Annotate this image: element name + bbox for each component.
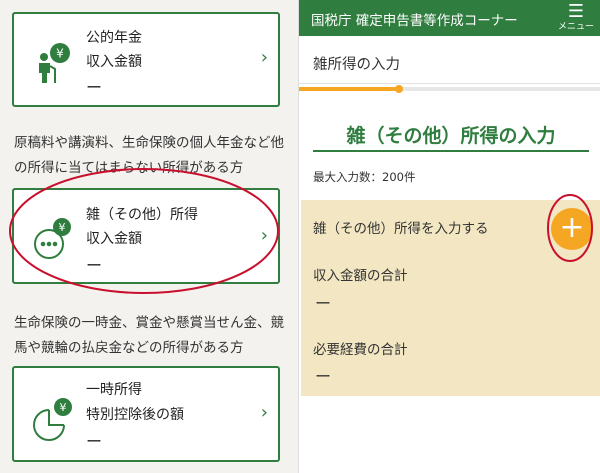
app-header: 国税庁 確定申告書等作成コーナー ☰ メニュー bbox=[299, 0, 600, 36]
pension-card-value: ー bbox=[86, 78, 103, 97]
yen-symbol: ¥ bbox=[59, 221, 66, 234]
temporary-income-icon: ¥ bbox=[33, 398, 72, 441]
hamburger-icon: ☰ bbox=[567, 1, 585, 22]
temporary-description-line-2: 馬や競輪の払戻金などの所得がある方 bbox=[14, 340, 244, 356]
chevron-right-icon: › bbox=[260, 47, 268, 68]
pension-income-card[interactable]: ¥ 公的年金 収入金額 ー › bbox=[12, 12, 280, 107]
misc-card-value: ー bbox=[86, 256, 103, 275]
add-entry-label: 雑（その他）所得を入力する bbox=[313, 221, 489, 237]
income-total-value: ー bbox=[315, 294, 332, 313]
app-title: 国税庁 確定申告書等作成コーナー bbox=[311, 13, 518, 29]
chevron-right-icon: › bbox=[260, 225, 268, 246]
pension-elderly-icon: ¥ bbox=[39, 43, 70, 83]
temporary-card-field-label: 特別控除後の額 bbox=[86, 407, 184, 423]
misc-card-title: 雑（その他）所得 bbox=[86, 207, 198, 223]
misc-card-field-label: 収入金額 bbox=[86, 231, 142, 247]
expense-total-label: 必要経費の合計 bbox=[313, 342, 408, 358]
pension-card-field-label: 収入金額 bbox=[86, 54, 142, 70]
misc-description-line-2: の所得に当てはまらない所得がある方 bbox=[14, 160, 244, 176]
page-header: 雑所得の入力 bbox=[299, 36, 600, 84]
expense-total-value: ー bbox=[315, 367, 332, 386]
yen-symbol: ¥ bbox=[60, 401, 67, 414]
temporary-income-description: 生命保険の一時金、賞金や懸賞当せん金、競 馬や競輪の払戻金などの所得がある方 bbox=[14, 311, 294, 361]
section-title: 雑（その他）所得の入力 bbox=[346, 125, 556, 147]
temporary-description-line-1: 生命保険の一時金、賞金や懸賞当せん金、競 bbox=[14, 315, 284, 331]
yen-symbol: ¥ bbox=[56, 47, 64, 61]
misc-income-card[interactable]: ¥ 雑（その他）所得 収入金額 ー › bbox=[12, 188, 280, 284]
progress-fill bbox=[299, 87, 399, 91]
add-entry-button[interactable]: + bbox=[551, 208, 593, 250]
pension-card-title: 公的年金 bbox=[86, 30, 142, 46]
progress-bar bbox=[299, 85, 600, 93]
menu-label: メニュー bbox=[557, 22, 594, 32]
section-title-underline bbox=[313, 150, 589, 152]
page-title: 雑所得の入力 bbox=[313, 57, 400, 73]
income-total-label: 収入金額の合計 bbox=[313, 268, 408, 284]
menu-button[interactable]: ☰ メニュー bbox=[556, 2, 596, 34]
max-entries-note: 最大入力数：200件 bbox=[313, 170, 416, 184]
progress-marker bbox=[394, 85, 403, 93]
misc-income-icon: ¥ bbox=[34, 218, 71, 259]
misc-description-line-1: 原稿料や講演料、生命保険の個人年金など他 bbox=[14, 135, 284, 151]
temporary-card-title: 一時所得 bbox=[86, 382, 142, 398]
temporary-card-value: ー bbox=[86, 432, 103, 451]
chevron-right-icon: › bbox=[260, 402, 268, 423]
income-category-list: ¥ 公的年金 収入金額 ー › 原稿料や講演料、生命保険の個人年金など他 の所得… bbox=[0, 0, 297, 473]
misc-income-description: 原稿料や講演料、生命保険の個人年金など他 の所得に当てはまらない所得がある方 bbox=[14, 131, 294, 181]
temporary-income-card[interactable]: ¥ 一時所得 特別控除後の額 ー › bbox=[12, 366, 280, 462]
misc-income-input-screen: 国税庁 確定申告書等作成コーナー ☰ メニュー 雑所得の入力 雑（その他）所得の… bbox=[298, 0, 600, 473]
